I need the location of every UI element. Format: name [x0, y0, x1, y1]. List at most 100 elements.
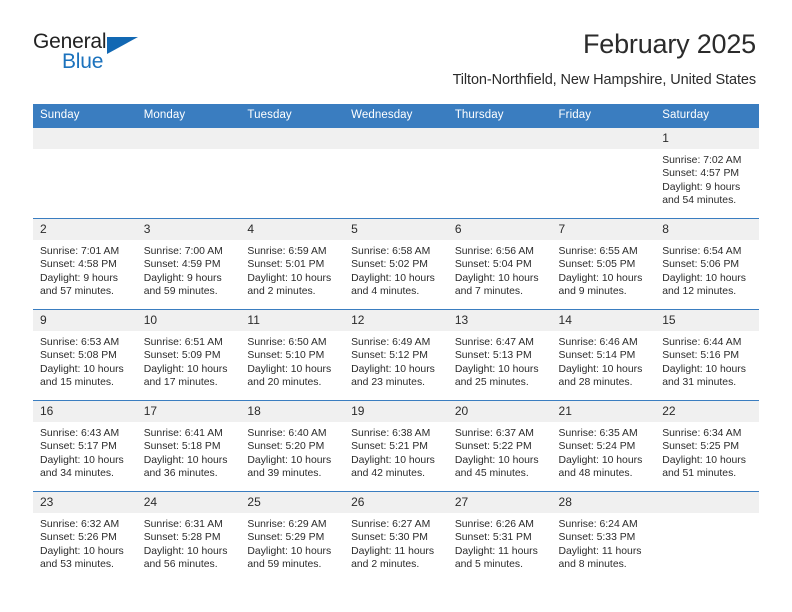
daylight-text-line1: Daylight: 10 hours — [558, 363, 643, 375]
day-cell-inner: 20 Sunrise: 6:37 AM Sunset: 5:22 PM Dayligh… — [447, 401, 552, 491]
sunrise-text: Sunrise: 6:32 AM — [40, 519, 120, 530]
sunset-text: Sunset: 5:20 PM — [247, 441, 325, 453]
calendar-day-cell-empty — [240, 127, 345, 219]
calendar-day-cell[interactable]: 13 Sunrise: 6:47 AM Sunset: 5:13 PM Dayligh… — [447, 309, 552, 401]
sunrise-text: Sunrise: 7:01 AM — [40, 246, 120, 257]
daylight-text-line1: Daylight: 10 hours — [662, 363, 746, 375]
calendar-day-cell[interactable]: 18 Sunrise: 6:40 AM Sunset: 5:20 PM Dayligh… — [240, 400, 345, 492]
daylight-text-line2: and 36 minutes. — [143, 468, 218, 480]
day-cell-inner: 27 Sunrise: 6:26 AM Sunset: 5:31 PM Dayligh… — [447, 492, 552, 582]
calendar-day-cell[interactable]: 23 Sunrise: 6:32 AM Sunset: 5:26 PM Dayligh… — [33, 491, 137, 582]
sunset-text: Sunset: 5:21 PM — [351, 441, 428, 453]
calendar-day-cell-empty — [447, 127, 552, 219]
day-cell-inner: 2 Sunrise: 7:01 AM Sunset: 4:58 PM Daylight… — [33, 219, 137, 309]
calendar-day-cell[interactable]: 9 Sunrise: 6:53 AM Sunset: 5:08 PM Daylight… — [33, 309, 137, 401]
daylight-text-line1: Daylight: 10 hours — [40, 363, 124, 375]
day-cell-inner: 23 Sunrise: 6:32 AM Sunset: 5:26 PM Dayligh… — [33, 492, 137, 582]
calendar-day-cell[interactable]: 10 Sunrise: 6:51 AM Sunset: 5:09 PM Dayligh… — [136, 309, 241, 401]
sunrise-text: Sunrise: 6:38 AM — [351, 428, 431, 439]
day-number — [136, 128, 241, 149]
day-number: 28 — [551, 492, 656, 513]
day-cell-inner: 1 Sunrise: 7:02 AM Sunset: 4:57 PM Daylight… — [655, 128, 759, 218]
day-number: 20 — [447, 401, 552, 422]
day-cell-inner: 24 Sunrise: 6:31 AM Sunset: 5:28 PM Dayligh… — [136, 492, 241, 582]
weekday-header-thursday: Thursday — [447, 104, 552, 128]
calendar-week-row: 1 Sunrise: 7:02 AM Sunset: 4:57 PM Daylight… — [33, 127, 759, 219]
sunrise-text: Sunrise: 6:55 AM — [558, 246, 638, 257]
sunset-text: Sunset: 5:06 PM — [662, 259, 740, 271]
calendar-day-cell[interactable]: 27 Sunrise: 6:26 AM Sunset: 5:31 PM Dayligh… — [447, 491, 552, 582]
daylight-text-line2: and 17 minutes. — [143, 377, 218, 389]
daylight-text-line1: Daylight: 10 hours — [247, 363, 332, 375]
daylight-text-line1: Daylight: 10 hours — [351, 363, 435, 375]
daylight-text-line1: Daylight: 10 hours — [351, 454, 435, 466]
sunset-text: Sunset: 5:24 PM — [558, 441, 636, 453]
calendar-day-cell[interactable]: 12 Sunrise: 6:49 AM Sunset: 5:12 PM Dayligh… — [344, 309, 448, 401]
day-sun-info: Sunrise: 6:55 AM Sunset: 5:05 PM Daylight:… — [552, 240, 656, 299]
daylight-text-line2: and 28 minutes. — [558, 377, 633, 389]
day-sun-info: Sunrise: 7:02 AM Sunset: 4:57 PM Daylight:… — [655, 149, 759, 208]
sunset-text: Sunset: 5:10 PM — [247, 350, 325, 362]
day-number — [551, 128, 656, 149]
day-cell-inner: 17 Sunrise: 6:41 AM Sunset: 5:18 PM Dayligh… — [136, 401, 241, 491]
calendar-day-cell[interactable]: 22 Sunrise: 6:34 AM Sunset: 5:25 PM Dayligh… — [655, 400, 759, 492]
day-cell-inner — [240, 128, 345, 218]
daylight-text-line2: and 12 minutes. — [662, 286, 737, 298]
weekday-header-wednesday: Wednesday — [344, 104, 448, 128]
calendar-day-cell[interactable]: 2 Sunrise: 7:01 AM Sunset: 4:58 PM Daylight… — [33, 218, 137, 310]
day-sun-info: Sunrise: 6:49 AM Sunset: 5:12 PM Daylight:… — [344, 331, 448, 390]
calendar-day-cell[interactable]: 28 Sunrise: 6:24 AM Sunset: 5:33 PM Dayligh… — [551, 491, 656, 582]
day-number: 8 — [655, 219, 759, 240]
calendar-day-cell[interactable]: 16 Sunrise: 6:43 AM Sunset: 5:17 PM Dayligh… — [33, 400, 137, 492]
daylight-text-line2: and 59 minutes. — [247, 559, 322, 571]
calendar-day-cell[interactable]: 3 Sunrise: 7:00 AM Sunset: 4:59 PM Daylight… — [136, 218, 241, 310]
daylight-text-line1: Daylight: 10 hours — [558, 454, 643, 466]
calendar-day-cell[interactable]: 15 Sunrise: 6:44 AM Sunset: 5:16 PM Dayligh… — [655, 309, 759, 401]
day-sun-info: Sunrise: 6:59 AM Sunset: 5:01 PM Daylight:… — [240, 240, 344, 299]
sunrise-text: Sunrise: 6:51 AM — [143, 337, 223, 348]
calendar-day-cell[interactable]: 7 Sunrise: 6:55 AM Sunset: 5:05 PM Daylight… — [551, 218, 656, 310]
calendar-day-cell[interactable]: 14 Sunrise: 6:46 AM Sunset: 5:14 PM Dayligh… — [551, 309, 656, 401]
calendar-day-cell[interactable]: 21 Sunrise: 6:35 AM Sunset: 5:24 PM Dayligh… — [551, 400, 656, 492]
day-cell-inner: 9 Sunrise: 6:53 AM Sunset: 5:08 PM Daylight… — [33, 310, 137, 400]
day-number: 26 — [344, 492, 448, 513]
title-block: February 2025 Tilton-Northfield, New Ham… — [153, 28, 757, 90]
calendar-day-cell[interactable]: 4 Sunrise: 6:59 AM Sunset: 5:01 PM Daylight… — [240, 218, 345, 310]
calendar-day-cell[interactable]: 8 Sunrise: 6:54 AM Sunset: 5:06 PM Daylight… — [655, 218, 759, 310]
day-number: 10 — [136, 310, 241, 331]
weekday-header-tuesday: Tuesday — [240, 104, 345, 128]
weekday-header-saturday: Saturday — [655, 104, 759, 128]
sunset-text: Sunset: 5:22 PM — [454, 441, 532, 453]
sunrise-text: Sunrise: 6:54 AM — [662, 246, 742, 257]
calendar-day-cell[interactable]: 26 Sunrise: 6:27 AM Sunset: 5:30 PM Dayligh… — [344, 491, 448, 582]
calendar-day-cell[interactable]: 5 Sunrise: 6:58 AM Sunset: 5:02 PM Daylight… — [344, 218, 448, 310]
calendar-day-cell[interactable]: 11 Sunrise: 6:50 AM Sunset: 5:10 PM Dayligh… — [240, 309, 345, 401]
calendar-day-cell-empty — [655, 491, 759, 582]
brand-logo[interactable]: General Blue — [33, 28, 153, 74]
daylight-text-line2: and 39 minutes. — [247, 468, 322, 480]
calendar-day-cell[interactable]: 24 Sunrise: 6:31 AM Sunset: 5:28 PM Dayligh… — [136, 491, 241, 582]
day-number: 27 — [447, 492, 552, 513]
brand-name-blue: Blue — [62, 50, 104, 73]
day-number: 19 — [344, 401, 448, 422]
daylight-text-line1: Daylight: 10 hours — [247, 545, 332, 557]
daylight-text-line1: Daylight: 10 hours — [662, 454, 746, 466]
sunset-text: Sunset: 5:09 PM — [143, 350, 221, 362]
day-sun-info: Sunrise: 6:44 AM Sunset: 5:16 PM Daylight:… — [655, 331, 759, 390]
calendar-day-cell[interactable]: 6 Sunrise: 6:56 AM Sunset: 5:04 PM Daylight… — [447, 218, 552, 310]
calendar-day-cell[interactable]: 17 Sunrise: 6:41 AM Sunset: 5:18 PM Dayligh… — [136, 400, 241, 492]
day-cell-inner: 16 Sunrise: 6:43 AM Sunset: 5:17 PM Dayligh… — [33, 401, 137, 491]
daylight-text-line2: and 2 minutes. — [351, 559, 420, 571]
calendar-day-cell[interactable]: 1 Sunrise: 7:02 AM Sunset: 4:57 PM Daylight… — [655, 127, 759, 219]
sunset-text: Sunset: 4:58 PM — [40, 259, 117, 271]
calendar-day-cell[interactable]: 25 Sunrise: 6:29 AM Sunset: 5:29 PM Dayligh… — [240, 491, 345, 582]
calendar-day-cell-empty — [344, 127, 448, 219]
day-cell-inner: 3 Sunrise: 7:00 AM Sunset: 4:59 PM Daylight… — [136, 219, 241, 309]
sunrise-text: Sunrise: 7:00 AM — [143, 246, 223, 257]
day-sun-info: Sunrise: 6:50 AM Sunset: 5:10 PM Daylight:… — [240, 331, 344, 390]
calendar-day-cell[interactable]: 19 Sunrise: 6:38 AM Sunset: 5:21 PM Dayligh… — [344, 400, 448, 492]
day-sun-info: Sunrise: 6:56 AM Sunset: 5:04 PM Daylight:… — [448, 240, 552, 299]
day-number — [655, 492, 759, 513]
calendar-day-cell[interactable]: 20 Sunrise: 6:37 AM Sunset: 5:22 PM Dayligh… — [447, 400, 552, 492]
daylight-text-line2: and 2 minutes. — [247, 286, 316, 298]
